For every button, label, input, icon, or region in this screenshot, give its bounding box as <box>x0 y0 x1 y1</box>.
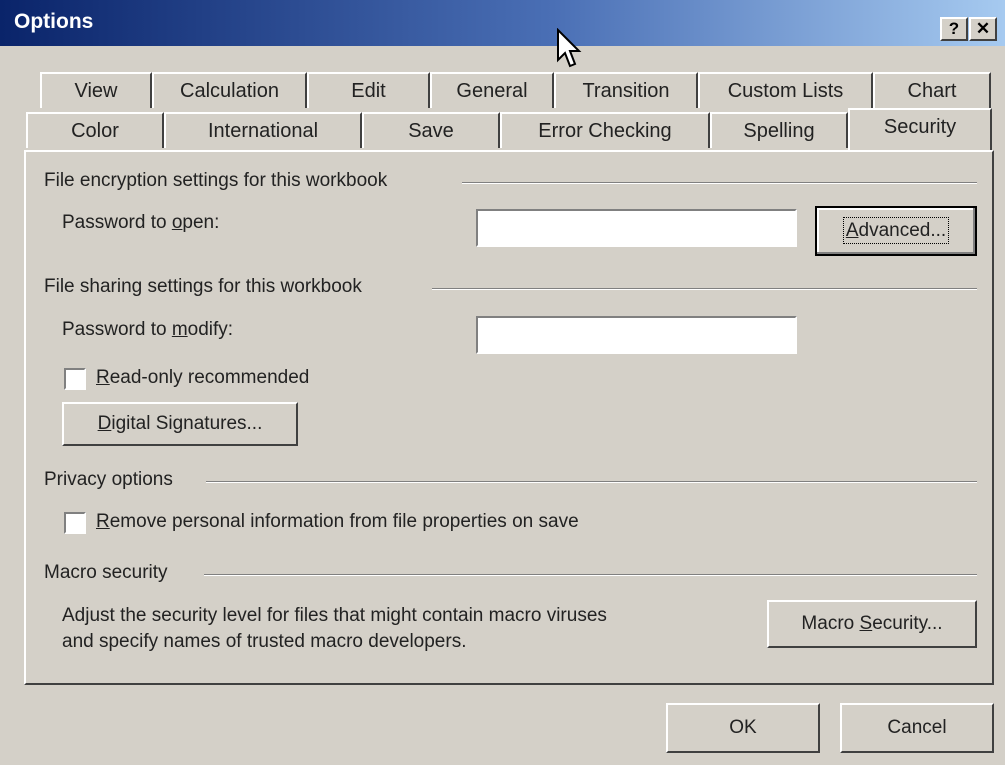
mouse-cursor-icon <box>557 28 582 68</box>
tab-custom-lists[interactable]: Custom Lists <box>698 72 873 108</box>
remove-personal-info-checkbox[interactable] <box>64 512 86 534</box>
tab-save[interactable]: Save <box>362 112 500 148</box>
close-icon: ✕ <box>975 19 991 38</box>
tab-edit[interactable]: Edit <box>307 72 430 108</box>
advanced-button-label: Advanced... <box>842 217 950 244</box>
macro-description-line2: and specify names of trusted macro devel… <box>62 631 467 652</box>
privacy-divider <box>206 481 977 483</box>
tab-error-checking[interactable]: Error Checking <box>500 112 710 148</box>
tab-international[interactable]: International <box>164 112 362 148</box>
encryption-group-label: File encryption settings for this workbo… <box>44 170 388 191</box>
macro-group-label: Macro security <box>44 562 168 583</box>
close-button[interactable]: ✕ <box>969 17 997 41</box>
password-modify-label: Password to modify: <box>62 319 234 340</box>
tab-security[interactable]: Security <box>848 108 992 150</box>
password-open-field[interactable] <box>476 209 797 247</box>
tab-calculation[interactable]: Calculation <box>152 72 307 108</box>
tab-transition[interactable]: Transition <box>554 72 698 108</box>
advanced-button[interactable]: Advanced... <box>815 206 977 256</box>
title-bar: Options ? ✕ <box>0 0 1005 46</box>
cancel-button[interactable]: Cancel <box>840 703 994 753</box>
read-only-checkbox[interactable] <box>64 368 86 390</box>
help-button[interactable]: ? <box>940 17 968 41</box>
encryption-divider <box>462 182 977 184</box>
macro-divider <box>204 574 977 576</box>
tab-color[interactable]: Color <box>26 112 164 148</box>
macro-security-button[interactable]: Macro Security... <box>767 600 977 648</box>
tab-general[interactable]: General <box>430 72 554 108</box>
macro-description-line1: Adjust the security level for files that… <box>62 605 607 626</box>
digital-signatures-button[interactable]: Digital Signatures... <box>62 402 298 446</box>
tab-chart[interactable]: Chart <box>873 72 991 108</box>
tab-view[interactable]: View <box>40 72 152 108</box>
sharing-divider <box>432 288 977 290</box>
remove-personal-info-label: Remove personal information from file pr… <box>96 511 579 532</box>
privacy-group-label: Privacy options <box>44 469 173 490</box>
password-modify-field[interactable] <box>476 316 797 354</box>
read-only-label: Read-only recommended <box>96 367 310 388</box>
ok-button[interactable]: OK <box>666 703 820 753</box>
window-title: Options <box>14 10 94 33</box>
help-icon: ? <box>948 19 960 38</box>
tab-spelling[interactable]: Spelling <box>710 112 848 148</box>
sharing-group-label: File sharing settings for this workbook <box>44 276 362 297</box>
password-open-label: Password to open: <box>62 212 220 233</box>
